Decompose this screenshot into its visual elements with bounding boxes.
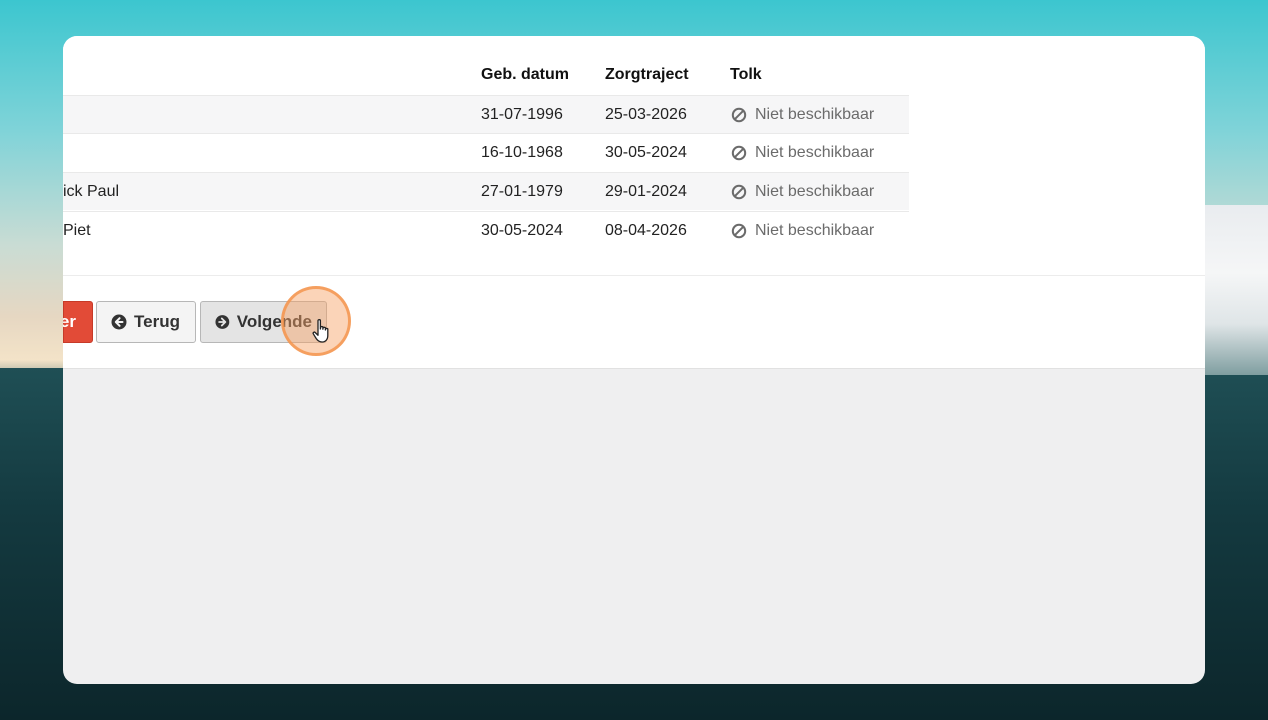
- interpreter-status-text: Niet beschikbaar: [755, 106, 875, 123]
- form-actions-divider: [63, 275, 1205, 276]
- delete-button[interactable]: er: [63, 301, 93, 343]
- cell-interpreter: Niet beschikbaar: [731, 106, 874, 124]
- cell-dob: 31-07-1996: [481, 106, 563, 123]
- cell-dob: 16-10-1968: [481, 144, 563, 161]
- delete-button-label: er: [63, 312, 76, 331]
- column-header-dob[interactable]: Geb. datum: [481, 66, 569, 84]
- cell-trajectory: 30-05-2024: [605, 144, 687, 161]
- column-header-trajectory[interactable]: Zorgtraject: [605, 66, 689, 84]
- ban-icon: [731, 107, 747, 123]
- ban-icon: [731, 184, 747, 200]
- hand-pointer-icon: [312, 319, 329, 343]
- cell-interpreter: Niet beschikbaar: [731, 144, 874, 162]
- arrow-circle-right-icon: [215, 315, 230, 329]
- column-header-interpreter[interactable]: Tolk: [730, 66, 762, 84]
- content-panel: Geb. datum Zorgtraject Tolk 31-07-1996 2…: [63, 36, 1205, 369]
- app-window: Geb. datum Zorgtraject Tolk 31-07-1996 2…: [63, 36, 1205, 684]
- table-row[interactable]: ick Paul 27-01-1979 29-01-2024 Niet besc…: [63, 172, 909, 210]
- cell-name: Piet: [63, 222, 91, 239]
- cell-interpreter: Niet beschikbaar: [731, 222, 874, 240]
- cell-trajectory: 29-01-2024: [605, 183, 687, 200]
- arrow-circle-left-icon: [111, 314, 127, 330]
- table-row[interactable]: 31-07-1996 25-03-2026 Niet beschikbaar: [63, 95, 909, 133]
- cell-interpreter: Niet beschikbaar: [731, 183, 874, 201]
- cell-trajectory: 25-03-2026: [605, 106, 687, 123]
- table-row[interactable]: Piet 30-05-2024 08-04-2026 Niet beschikb…: [63, 211, 909, 249]
- back-button-label: Terug: [134, 312, 180, 331]
- back-button[interactable]: Terug: [96, 301, 196, 343]
- interpreter-status-text: Niet beschikbaar: [755, 183, 875, 200]
- interpreter-status-text: Niet beschikbaar: [755, 222, 875, 239]
- table-header: Geb. datum Zorgtraject Tolk: [63, 66, 909, 94]
- table-row[interactable]: 16-10-1968 30-05-2024 Niet beschikbaar: [63, 133, 909, 171]
- cell-name: ick Paul: [63, 183, 120, 200]
- interpreter-status-text: Niet beschikbaar: [755, 144, 875, 161]
- ban-icon: [731, 223, 747, 239]
- cell-dob: 27-01-1979: [481, 183, 563, 200]
- ban-icon: [731, 145, 747, 161]
- cell-trajectory: 08-04-2026: [605, 222, 687, 239]
- cell-dob: 30-05-2024: [481, 222, 563, 239]
